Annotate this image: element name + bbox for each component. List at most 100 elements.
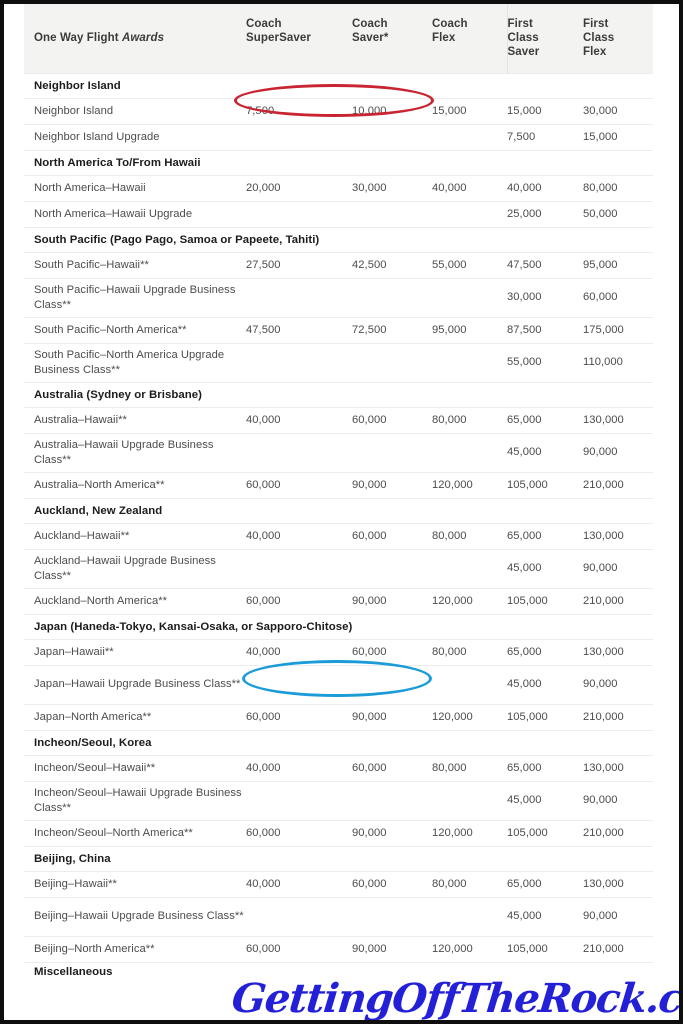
- table-section-header-row: Japan (Haneda-Tokyo, Kansai-Osaka, or Sa…: [24, 613, 653, 640]
- route-label: Australia–North America**: [24, 471, 246, 499]
- column-header-first-class-flex: First Class Flex: [583, 4, 653, 74]
- table-row: Australia–Hawaii Upgrade Business Class*…: [24, 432, 653, 473]
- award-value-cell: 210,000: [583, 587, 653, 615]
- award-value-cell: 210,000: [583, 819, 653, 847]
- column-header-route-text: One Way Flight: [34, 32, 122, 45]
- award-value-cell: 60,000: [246, 703, 352, 731]
- award-value-cell: [352, 780, 432, 821]
- award-value-cell: [246, 432, 352, 473]
- route-label: South Pacific–North America Upgrade Busi…: [24, 342, 246, 383]
- award-value-cell: 72,500: [352, 316, 432, 344]
- award-value-cell: 45,000: [507, 548, 583, 589]
- award-value-cell: [246, 896, 352, 937]
- route-label: Japan–North America**: [24, 703, 246, 731]
- award-value-cell: 30,000: [583, 97, 653, 125]
- award-chart-table: One Way Flight Awards Coach SuperSaver Co…: [24, 4, 653, 983]
- award-value-cell: 60,000: [352, 406, 432, 434]
- award-value-cell: 25,000: [507, 200, 583, 228]
- award-value-cell: 40,000: [246, 522, 352, 550]
- award-value-cell: 90,000: [583, 432, 653, 473]
- award-value-cell: 90,000: [583, 780, 653, 821]
- award-value-cell: 47,500: [246, 316, 352, 344]
- table-section-header-row: North America To/From Hawaii: [24, 149, 653, 176]
- award-value-cell: 65,000: [507, 754, 583, 782]
- route-label: Auckland–Hawaii Upgrade Business Class**: [24, 548, 246, 589]
- award-value-cell: 27,500: [246, 251, 352, 279]
- route-label: Beijing–Hawaii Upgrade Business Class**: [24, 896, 246, 937]
- route-label: Neighbor Island Upgrade: [24, 123, 246, 151]
- award-chart-sheet: One Way Flight Awards Coach SuperSaver Co…: [20, 4, 679, 1020]
- award-value-cell: 120,000: [432, 703, 507, 731]
- award-value-cell: 90,000: [583, 896, 653, 937]
- award-value-cell: 60,000: [352, 522, 432, 550]
- section-label: Neighbor Island: [24, 72, 653, 99]
- award-value-cell: 40,000: [507, 174, 583, 202]
- award-value-cell: 45,000: [507, 896, 583, 937]
- award-value-cell: 60,000: [246, 819, 352, 847]
- award-value-cell: 80,000: [432, 754, 507, 782]
- table-row: South Pacific–North America** 47,500 72,50…: [24, 316, 653, 344]
- award-value-cell: [246, 123, 352, 151]
- table-section-header-row: Australia (Sydney or Brisbane): [24, 381, 653, 408]
- table-row: Japan–Hawaii** 40,000 60,000 80,000 65,000 13…: [24, 638, 653, 666]
- award-value-cell: [246, 780, 352, 821]
- route-label: Beijing–Hawaii**: [24, 870, 246, 898]
- route-label: South Pacific–North America**: [24, 316, 246, 344]
- award-value-cell: 40,000: [432, 174, 507, 202]
- award-value-cell: 30,000: [507, 277, 583, 318]
- award-value-cell: 60,000: [246, 935, 352, 963]
- award-value-cell: [432, 780, 507, 821]
- award-value-cell: [352, 277, 432, 318]
- award-value-cell: 45,000: [507, 780, 583, 821]
- award-value-cell: 60,000: [352, 870, 432, 898]
- table-row: South Pacific–Hawaii** 27,500 42,500 55,000…: [24, 251, 653, 279]
- award-value-cell: 210,000: [583, 935, 653, 963]
- site-watermark: GettingOffTheRock.com: [229, 975, 683, 1022]
- award-value-cell: [432, 664, 507, 705]
- column-header-first-class-saver: First Class Saver: [506, 4, 583, 74]
- table-row: Beijing–Hawaii Upgrade Business Class** 4…: [24, 896, 653, 937]
- award-value-cell: 120,000: [432, 471, 507, 499]
- table-row: Japan–North America** 60,000 90,000 120,000…: [24, 703, 653, 731]
- award-value-cell: 65,000: [507, 638, 583, 666]
- award-value-cell: [246, 200, 352, 228]
- award-value-cell: 210,000: [583, 471, 653, 499]
- award-value-cell: 65,000: [507, 870, 583, 898]
- table-row: North America–Hawaii Upgrade 25,000 50,000: [24, 200, 653, 228]
- award-value-cell: [432, 277, 507, 318]
- table-row: Incheon/Seoul–North America** 60,000 90,00…: [24, 819, 653, 847]
- award-value-cell: [352, 896, 432, 937]
- route-label: Auckland–Hawaii**: [24, 522, 246, 550]
- route-label: Australia–Hawaii Upgrade Business Class*…: [24, 432, 246, 473]
- award-value-cell: [352, 432, 432, 473]
- award-value-cell: 50,000: [583, 200, 653, 228]
- route-label: Incheon/Seoul–North America**: [24, 819, 246, 847]
- award-value-cell: 80,000: [432, 522, 507, 550]
- section-label: Australia (Sydney or Brisbane): [24, 381, 653, 408]
- award-value-cell: 55,000: [432, 251, 507, 279]
- table-row: Auckland–North America** 60,000 90,000 120,…: [24, 587, 653, 615]
- award-value-cell: 120,000: [432, 587, 507, 615]
- award-value-cell: 65,000: [507, 522, 583, 550]
- award-value-cell: 7,500: [246, 97, 352, 125]
- award-value-cell: 60,000: [246, 471, 352, 499]
- award-value-cell: 210,000: [583, 703, 653, 731]
- table-header: One Way Flight Awards Coach SuperSaver Co…: [24, 4, 653, 74]
- table-row: Neighbor Island 7,500 10,000 15,000 15,000 30…: [24, 97, 653, 125]
- award-value-cell: [432, 200, 507, 228]
- award-value-cell: 30,000: [352, 174, 432, 202]
- section-label: North America To/From Hawaii: [24, 149, 653, 176]
- table-section-header-row: Beijing, China: [24, 845, 653, 872]
- section-label: Miscellaneous: [24, 961, 653, 983]
- table-row: South Pacific–North America Upgrade Busi…: [24, 342, 653, 383]
- section-label: Auckland, New Zealand: [24, 497, 653, 524]
- column-header-route: One Way Flight Awards: [24, 4, 246, 74]
- table-section-header-row: South Pacific (Pago Pago, Samoa or Papee…: [24, 226, 653, 253]
- award-value-cell: 130,000: [583, 870, 653, 898]
- table-row: Auckland–Hawaii** 40,000 60,000 80,000 65,00…: [24, 522, 653, 550]
- award-value-cell: 42,500: [352, 251, 432, 279]
- award-value-cell: 130,000: [583, 522, 653, 550]
- route-label: Incheon/Seoul–Hawaii**: [24, 754, 246, 782]
- route-label: Japan–Hawaii**: [24, 638, 246, 666]
- award-value-cell: [246, 664, 352, 705]
